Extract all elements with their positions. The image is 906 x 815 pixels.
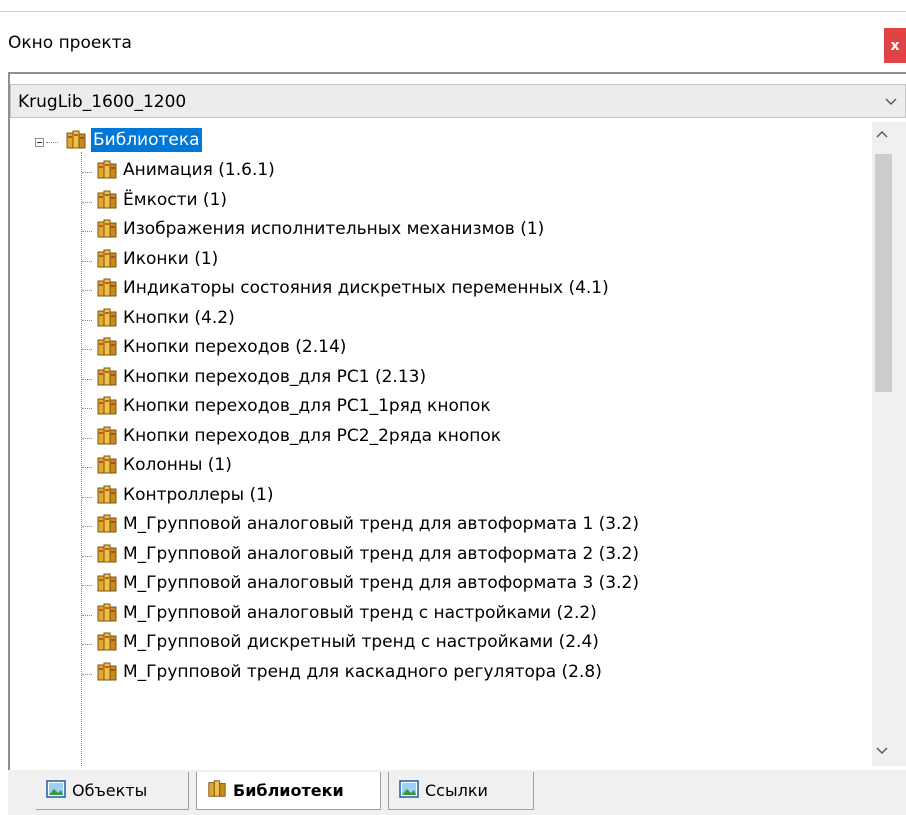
tree-connector (82, 585, 92, 586)
library-book-icon (96, 572, 118, 594)
tree-node[interactable]: М_Групповой дискретный тренд с настройка… (18, 628, 869, 656)
tree-node-label: Кнопки переходов_для PC1 (2.13) (123, 366, 427, 387)
library-book-icon (96, 484, 118, 506)
tree-node[interactable]: Кнопки переходов_для PC1 (2.13) (18, 363, 869, 391)
tree-node-label: М_Групповой аналоговый тренд для автофор… (123, 543, 639, 564)
tree-node-label: М_Групповой аналоговый тренд для автофор… (123, 514, 639, 534)
tree-node-root-label: Библиотека (91, 128, 202, 152)
tree-node-root[interactable]: Библиотека (18, 126, 869, 154)
tree-node-label: Индикаторы состояния дискретных переменн… (123, 278, 609, 298)
tree-node-label: Кнопки переходов_для PC2_2ряда кнопок (123, 425, 502, 446)
library-book-icon (96, 602, 118, 624)
library-icon (207, 779, 233, 803)
tree-node-label: М_Групповой аналоговый тренд с настройка… (123, 602, 597, 623)
top-divider (0, 11, 906, 12)
library-book-icon (96, 248, 118, 270)
tree-node-label: Иконки (1) (123, 248, 219, 269)
library-book-icon (96, 395, 118, 417)
objects-icon (46, 779, 72, 802)
library-combobox-value: KrugLib_1600_1200 (18, 92, 187, 112)
tree-node-label: Контроллеры (1) (123, 484, 274, 505)
library-book-icon (96, 336, 118, 358)
tree-node-label: Кнопки переходов (2.14) (123, 337, 347, 357)
tree-connector (82, 378, 92, 380)
vertical-scrollbar[interactable] (872, 122, 906, 766)
tree-connector (82, 290, 92, 291)
tree-node[interactable]: М_Групповой аналоговый тренд с настройка… (18, 599, 869, 627)
tab-libraries-label: Библиотеки (233, 781, 344, 800)
tree-connector (82, 526, 92, 527)
links-icon (399, 779, 425, 802)
library-book-icon (96, 307, 118, 329)
tree-node[interactable]: Кнопки переходов (2.14) (18, 333, 869, 361)
tree-connector (82, 260, 92, 262)
tree-node[interactable]: М_Групповой аналоговый тренд для автофор… (18, 510, 869, 538)
tree-connector (82, 644, 92, 645)
tab-objects[interactable]: Объекты (36, 772, 189, 810)
tree-node-label: М_Групповой тренд для каскадного регулят… (123, 661, 602, 682)
tree-connector (82, 349, 92, 350)
tree-node[interactable]: Изображения исполнительных механизмов (1… (18, 215, 869, 243)
library-book-icon (96, 454, 118, 476)
tree-node-label: Кнопки (4.2) (123, 307, 235, 328)
scroll-down-arrow-icon[interactable] (872, 736, 906, 766)
tree-node-label: Ёмкости (1) (123, 189, 228, 210)
tab-libraries[interactable]: Библиотеки (196, 772, 381, 810)
tree-node[interactable]: Контроллеры (1) (18, 481, 869, 509)
tab-links[interactable]: Ссылки (388, 772, 534, 810)
bottom-tab-bar: Объекты Библиотеки Ссылки (8, 770, 906, 815)
library-book-icon (96, 159, 118, 181)
scrollbar-thumb[interactable] (875, 154, 892, 392)
tree-connector (82, 231, 92, 232)
library-book-icon (96, 631, 118, 653)
library-book-icon (96, 425, 118, 447)
tree-connector (82, 467, 92, 468)
collapse-icon[interactable] (35, 138, 44, 147)
library-book-icon (96, 189, 118, 211)
tree-connector (82, 437, 92, 439)
tree-connector (82, 614, 92, 616)
library-book-icon (96, 277, 118, 299)
library-combobox[interactable]: KrugLib_1600_1200 (10, 84, 906, 118)
tree-node-label: Анимация (1.6.1) (123, 160, 275, 180)
tree-node-label: Изображения исполнительных механизмов (1… (123, 219, 545, 239)
tab-links-label: Ссылки (425, 781, 488, 800)
tree-connector (82, 319, 92, 321)
tree-node-label: Кнопки переходов_для PC1_1ряд кнопок (123, 396, 491, 416)
tree-node-label: Колонны (1) (123, 455, 232, 475)
library-tree[interactable]: Библиотека Анимация (1.6.1) Ёмкости (1) Из… (18, 122, 869, 766)
library-book-icon (96, 366, 118, 388)
tree-node[interactable]: Кнопки переходов_для PC1_1ряд кнопок (18, 392, 869, 420)
scroll-up-arrow-icon[interactable] (872, 122, 906, 152)
tree-node[interactable]: Колонны (1) (18, 451, 869, 479)
tree-connector (82, 555, 92, 557)
tree-node[interactable]: Анимация (1.6.1) (18, 156, 869, 184)
tree-connector (82, 673, 92, 675)
tree-connector (82, 496, 92, 498)
tree-node-label: М_Групповой дискретный тренд с настройка… (123, 632, 599, 652)
library-book-icon (96, 543, 118, 565)
library-book-icon (96, 661, 118, 683)
tree-node[interactable]: Кнопки (4.2) (18, 304, 869, 332)
tree-connector (82, 201, 92, 203)
tree-node[interactable]: Ёмкости (1) (18, 186, 869, 214)
tree-node[interactable]: М_Групповой тренд для каскадного регулят… (18, 658, 869, 686)
tab-objects-label: Объекты (72, 781, 148, 800)
library-book-icon (65, 129, 87, 151)
library-book-icon (96, 218, 118, 240)
tree-node[interactable]: М_Групповой аналоговый тренд для автофор… (18, 569, 869, 597)
tree-node-label: М_Групповой аналоговый тренд для автофор… (123, 573, 639, 593)
tree-connector (46, 142, 58, 143)
tree-connector (82, 408, 92, 409)
tree-node[interactable]: Индикаторы состояния дискретных переменн… (18, 274, 869, 302)
tree-node[interactable]: Иконки (1) (18, 245, 869, 273)
chevron-down-icon[interactable] (881, 90, 901, 112)
library-book-icon (96, 513, 118, 535)
tree-node[interactable]: М_Групповой аналоговый тренд для автофор… (18, 540, 869, 568)
tree-connector (82, 172, 92, 173)
tree-node[interactable]: Кнопки переходов_для PC2_2ряда кнопок (18, 422, 869, 450)
panel-title: Окно проекта (8, 33, 132, 53)
close-button[interactable]: x (884, 28, 906, 63)
